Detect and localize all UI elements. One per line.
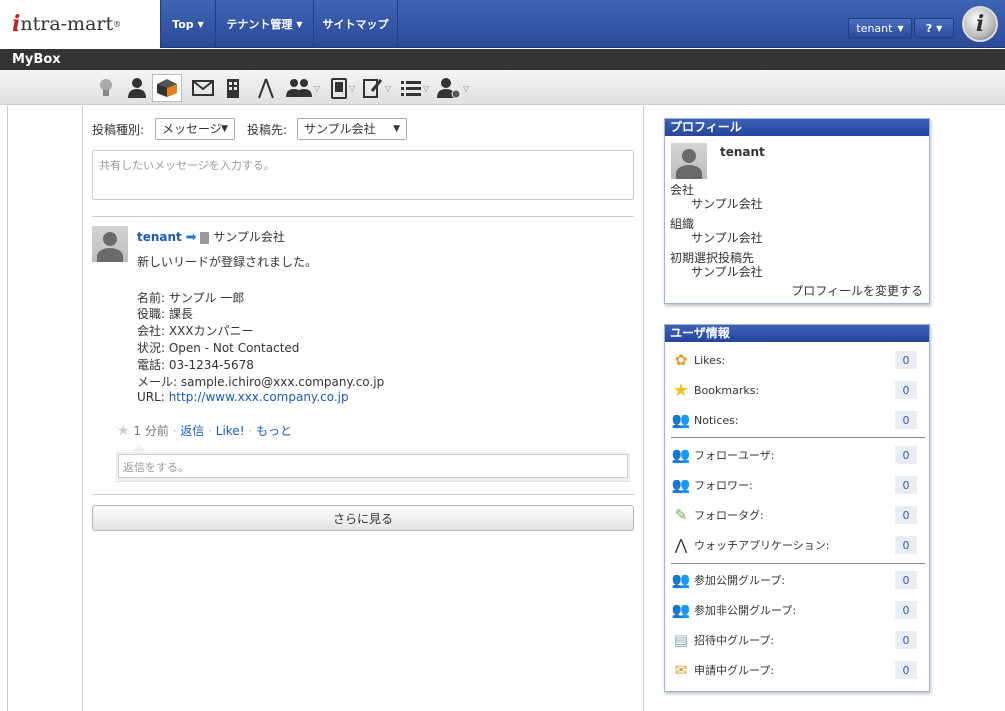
tablet-icon[interactable]: ▽ [330,76,355,100]
show-more-button[interactable]: さらに見る [92,505,634,531]
profile-panel: プロフィール tenant 会社 サンプル会社 組織 サンプル会社 初期選択投稿… [664,118,930,304]
notices-row[interactable]: 👥 Notices: 0 [671,409,923,431]
app-toolbar: ▽ ▽ ▽ ▽ ▽ [0,70,1005,105]
profile-avatar [671,143,707,179]
post-body: 新しいリードが登録されました。 [137,255,318,269]
post-type-select[interactable]: メッセージ ▼ [155,118,235,140]
divider [92,216,634,217]
reply-link[interactable]: 返信 [180,424,204,438]
nav-tenant-management[interactable]: テナント管理 ▼ [216,0,314,48]
tag-icon: ✎ [674,506,688,524]
post-detail-phone: 電話: 03-1234-5678 [137,358,254,372]
more-link[interactable]: もっと [256,424,292,438]
reply-input[interactable]: 返信をする。 [118,454,628,478]
group-icon: 👥 [671,571,691,589]
building-icon[interactable] [224,76,242,100]
list-icon[interactable]: ▽ [400,76,429,100]
invited-groups-row[interactable]: ▤ 招待中グループ: 0 [671,629,923,651]
post-detail-name: 名前: サンプル 一郎 [137,291,245,305]
follow-user-icon: 👥 [671,446,691,464]
private-groups-count: 0 [895,601,917,619]
follow-tags-count: 0 [895,506,917,524]
follow-users-count: 0 [895,446,917,464]
divider [92,494,634,495]
likes-row[interactable]: ✿ Likes: 0 [671,349,923,371]
lightbulb-icon[interactable] [98,76,114,100]
requested-groups-count: 0 [895,661,917,679]
im-brand-icon: i [962,6,998,42]
post-detail-status: 状況: Open - Not Contacted [137,341,300,355]
follow-tags-row[interactable]: ✎ フォロータグ: 0 [671,504,923,526]
nav-top[interactable]: Top ▼ [160,0,216,48]
likes-count: 0 [895,351,917,369]
edit-profile-link[interactable]: プロフィールを変更する [791,282,923,299]
star-icon: ★ [672,379,690,401]
watch-apps-count: 0 [895,536,917,554]
profile-title: プロフィール [665,119,929,136]
requested-groups-row[interactable]: ✉ 申請中グループ: 0 [671,659,923,681]
left-border [7,106,8,711]
top-navigation-bar: i ntra-mart ® Top ▼ テナント管理 ▼ サイトマップ tenant ▼ … [0,0,1005,48]
post-detail-title: 役職: 課長 [137,307,193,321]
user-icon[interactable] [127,76,147,100]
post-time: 1 分前 [133,424,169,438]
people-icon: 👥 [671,411,691,429]
bookmarks-row[interactable]: ★ Bookmarks: 0 [671,379,923,401]
private-groups-row[interactable]: 👥 参加非公開グループ: 0 [671,599,923,621]
compass-icon[interactable] [257,76,275,100]
post-actions: ★ 1 分前 · 返信 · Like! · もっと [117,423,292,439]
invited-groups-count: 0 [895,631,917,649]
post-header: tenant ➡ サンプル会社 [137,228,285,245]
user-info-panel: ユーザ情報 ✿ Likes: 0 ★ Bookmarks: 0 👥 Notices: 0 👥… [664,324,930,692]
invitation-icon: ▤ [673,631,689,649]
mybox-icon[interactable] [152,74,182,102]
followers-count: 0 [895,476,917,494]
page-title: MyBox [0,49,1005,70]
star-icon[interactable]: ★ [117,423,130,439]
post-detail-url: URL: http://www.xxx.company.co.jp [137,390,349,404]
compass-icon: ⋀ [674,536,688,554]
reply-pointer [132,444,146,452]
post-url-link[interactable]: http://www.xxx.company.co.jp [169,390,349,404]
group-icon[interactable]: ▽ [285,76,320,100]
mail-icon[interactable] [192,76,214,100]
building-icon [200,231,210,244]
locked-group-icon: 👥 [671,601,691,619]
notices-count: 0 [895,411,917,429]
post-author-link[interactable]: tenant [137,230,182,244]
followers-row[interactable]: 👥 フォロワー: 0 [671,474,923,496]
follow-users-row[interactable]: 👥 フォローユーザ: 0 [671,444,923,466]
user-menu-button[interactable]: tenant ▼ [848,18,912,38]
like-link[interactable]: Like! [216,424,245,438]
message-input[interactable]: 共有したいメッセージを入力する。 [92,150,634,200]
bookmarks-count: 0 [895,381,917,399]
post-type-label: 投稿種別: [92,123,145,137]
intra-mart-logo[interactable]: i ntra-mart ® [0,0,160,48]
public-groups-count: 0 [895,571,917,589]
profile-name: tenant [720,145,765,159]
help-menu-button[interactable]: ? ▼ [914,18,954,38]
arrow-right-icon: ➡ [185,230,197,245]
user-settings-icon[interactable]: ▽ [436,76,469,100]
profile-org: サンプル会社 [691,231,763,245]
public-groups-row[interactable]: 👥 参加公開グループ: 0 [671,569,923,591]
envelope-icon: ✉ [674,661,688,679]
post-detail-email: メール: sample.ichiro@xxx.company.co.jp [137,375,385,389]
profile-default-target: サンプル会社 [691,265,763,279]
nav-sitemap[interactable]: サイトマップ [314,0,398,48]
separator [671,563,925,564]
likes-icon: ✿ [674,351,688,369]
post-detail-company: 会社: XXXカンパニー [137,324,254,338]
separator [671,437,925,438]
post-target[interactable]: サンプル会社 [213,230,285,244]
watch-apps-row[interactable]: ⋀ ウォッチアプリケーション: 0 [671,534,923,556]
user-info-title: ユーザ情報 [665,325,929,342]
post-target-select[interactable]: サンプル会社 ▼ [297,118,407,140]
reply-area: 返信をする。 [116,452,630,482]
post-author-avatar[interactable] [92,226,128,262]
profile-company: サンプル会社 [691,197,763,211]
followers-icon: 👥 [671,476,691,494]
post-target-label: 投稿先: [247,123,288,137]
edit-document-icon[interactable]: ▽ [362,76,391,100]
